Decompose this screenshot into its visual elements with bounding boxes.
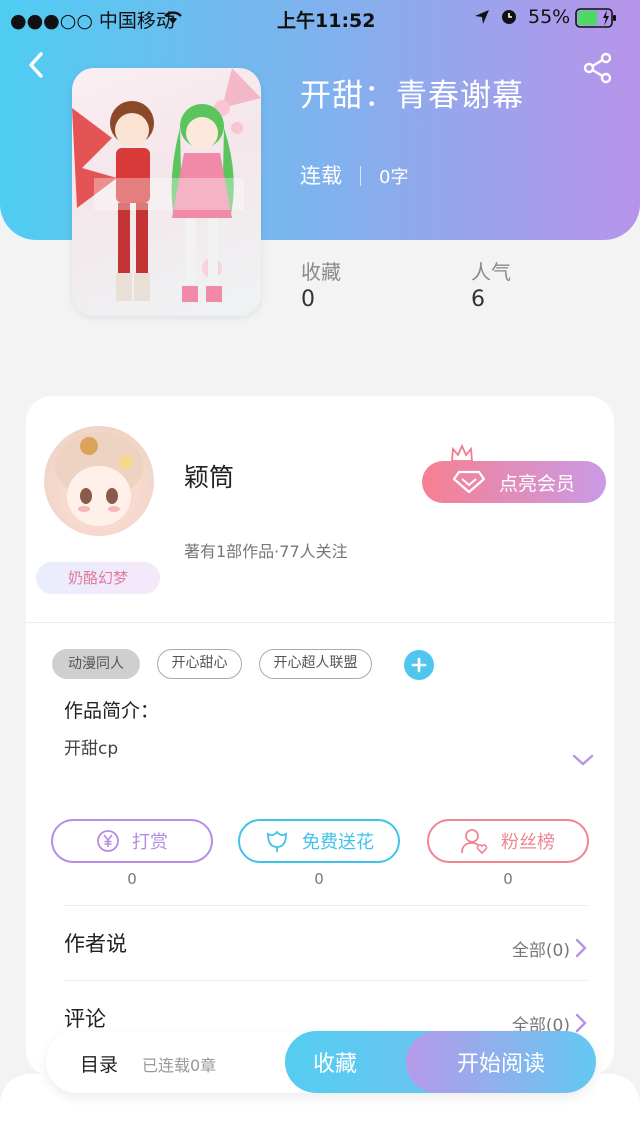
- location-icon: [474, 8, 490, 30]
- author-says-heading: 作者说: [64, 932, 127, 956]
- divider: [64, 905, 588, 906]
- vip-button-label: 点亮会员: [498, 472, 575, 495]
- chevron-right-icon[interactable]: [574, 938, 588, 962]
- catalog-button[interactable]: 目录: [80, 1050, 118, 1077]
- tip-count: 0: [127, 870, 137, 888]
- fan-count: 0: [503, 870, 513, 888]
- battery-icon: [575, 8, 619, 33]
- popularity-stat-value: 6: [471, 287, 485, 312]
- add-tag-button[interactable]: [404, 650, 434, 680]
- status-bar: ●●●○○ 中国移动 上午11:52 55%: [0, 0, 640, 36]
- collect-stat-value: 0: [301, 287, 315, 312]
- book-cover[interactable]: [72, 68, 261, 316]
- tag-item[interactable]: 动漫同人: [52, 649, 140, 679]
- plus-icon: [411, 657, 427, 673]
- book-title: 开甜：青春谢幕: [300, 78, 524, 114]
- yuan-coin-icon: [97, 830, 119, 852]
- diamond-icon: [452, 470, 485, 494]
- alarm-icon: [500, 7, 518, 30]
- cover-illustration: [72, 68, 261, 302]
- collect-stat-label: 收藏: [301, 260, 341, 284]
- chevron-left-icon: [29, 52, 43, 78]
- back-button[interactable]: [22, 50, 52, 80]
- tag-item[interactable]: 开心超人联盟: [259, 649, 372, 679]
- send-flower-label: 免费送花: [302, 832, 374, 853]
- member-badge: 奶酪幻梦: [36, 562, 160, 594]
- author-avatar[interactable]: [44, 426, 154, 536]
- author-name[interactable]: 颖筒: [184, 458, 234, 494]
- comments-heading: 评论: [64, 1007, 106, 1031]
- intro-text: 开甜cp: [64, 739, 119, 759]
- author-meta: 著有1部作品·77人关注: [184, 542, 348, 561]
- start-reading-button[interactable]: 开始阅读: [406, 1031, 596, 1093]
- fan-ranking-label: 粉丝榜: [501, 832, 555, 853]
- tag-item[interactable]: 开心甜心: [157, 649, 242, 679]
- tip-button[interactable]: 打赏: [51, 819, 213, 863]
- expand-button[interactable]: [572, 752, 594, 768]
- divider: [360, 166, 361, 186]
- flower-count: 0: [314, 870, 324, 888]
- intro-heading: 作品简介：: [64, 700, 160, 722]
- carrier-label: ●●●○○ 中国移动: [10, 10, 175, 32]
- word-count: 0字: [379, 167, 409, 188]
- serial-status: 连载: [300, 164, 342, 188]
- vip-button[interactable]: 点亮会员: [422, 461, 606, 503]
- divider: [26, 622, 614, 623]
- flower-icon: [267, 830, 287, 852]
- avatar-illustration: [55, 432, 143, 526]
- share-button[interactable]: [582, 52, 614, 84]
- divider: [64, 980, 588, 981]
- popularity-stat-label: 人气: [471, 260, 511, 284]
- user-heart-icon: [461, 829, 488, 854]
- tip-label: 打赏: [132, 832, 168, 853]
- chevron-down-icon: [572, 754, 594, 766]
- share-icon: [583, 52, 612, 84]
- send-flower-button[interactable]: 免费送花: [238, 819, 400, 863]
- clock: 上午11:52: [277, 10, 376, 32]
- author-says-all-link[interactable]: 全部(0): [512, 936, 570, 961]
- collect-button-label: 收藏: [312, 1052, 357, 1077]
- wifi-icon: [162, 8, 184, 30]
- start-reading-label: 开始阅读: [456, 1052, 545, 1077]
- chapter-count: 已连载0章: [142, 1056, 217, 1075]
- battery-percent: 55%: [528, 6, 571, 28]
- fan-ranking-button[interactable]: 粉丝榜: [427, 819, 589, 863]
